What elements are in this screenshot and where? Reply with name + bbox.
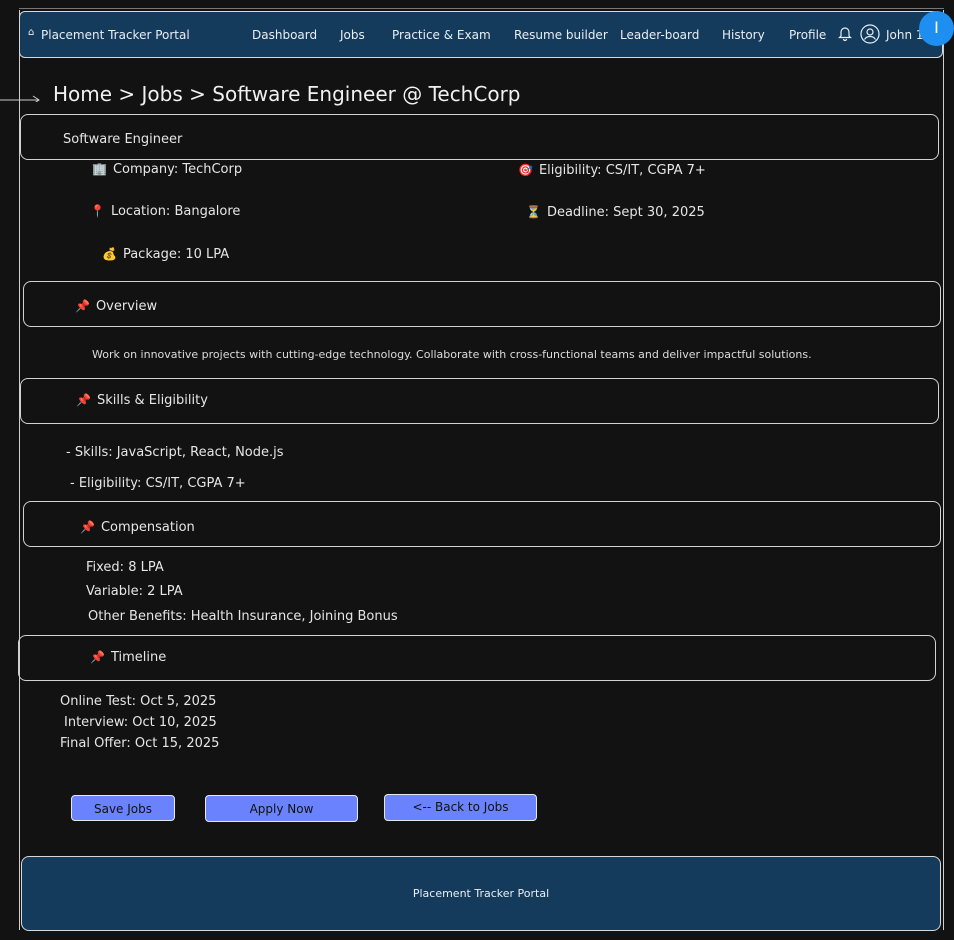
compensation-header: 📌 Compensation	[23, 501, 941, 547]
job-title-box: Software Engineer	[20, 114, 939, 160]
breadcrumb[interactable]: Home > Jobs > Software Engineer @ TechCo…	[53, 82, 520, 106]
nav-jobs[interactable]: Jobs	[340, 28, 365, 42]
variable-pay: Variable: 2 LPA	[86, 584, 183, 599]
deadline-text: Deadline: Sept 30, 2025	[546, 205, 705, 220]
timeline-title: 📌 Timeline	[90, 650, 167, 665]
money-bag-icon: 💰	[102, 247, 117, 261]
pushpin-icon: 📌	[75, 299, 90, 313]
pushpin-icon: 📌	[90, 650, 105, 664]
nav-leaderboard[interactable]: Leader-board	[620, 28, 699, 42]
overview-title: 📌 Overview	[75, 299, 158, 314]
skills-header: 📌 Skills & Eligibility	[20, 378, 939, 424]
timeline-interview: Interview: Oct 10, 2025	[64, 715, 217, 730]
skills-title: 📌 Skills & Eligibility	[76, 393, 208, 408]
deadline-detail: ⏳ Deadline: Sept 30, 2025	[526, 205, 705, 220]
location-pin-icon: 📍	[90, 204, 105, 218]
location-text: Location: Bangalore	[110, 204, 241, 219]
nav-dashboard[interactable]: Dashboard	[252, 28, 317, 42]
frame-top-border	[19, 8, 944, 9]
home-icon: ⌂	[28, 27, 35, 38]
apply-now-button[interactable]: Apply Now	[205, 795, 358, 822]
overview-text: Work on innovative projects with cutting…	[92, 348, 812, 361]
nav-practice-exam[interactable]: Practice & Exam	[392, 28, 491, 42]
timeline-header: 📌 Timeline	[18, 635, 936, 681]
package-detail: 💰 Package: 10 LPA	[102, 247, 229, 262]
arrow-icon	[0, 95, 40, 102]
notification-badge[interactable]: I	[919, 11, 954, 46]
back-to-jobs-button[interactable]: <-- Back to Jobs	[384, 794, 537, 821]
eligibility-item: - Eligibility: CS/IT, CGPA 7+	[70, 476, 246, 491]
hourglass-icon: ⏳	[526, 205, 541, 219]
frame-right-border	[943, 10, 944, 930]
nav-history[interactable]: History	[722, 28, 765, 42]
overview-header: 📌 Overview	[23, 281, 941, 327]
pushpin-icon: 📌	[80, 520, 95, 534]
brand-name[interactable]: Placement Tracker Portal	[41, 28, 190, 42]
job-title: Software Engineer	[63, 132, 183, 147]
company-text: Company: TechCorp	[112, 162, 243, 177]
target-icon: 🎯	[518, 163, 533, 177]
pushpin-icon: 📌	[76, 393, 91, 407]
timeline-final-offer: Final Offer: Oct 15, 2025	[60, 736, 220, 751]
other-benefits: Other Benefits: Health Insurance, Joinin…	[88, 609, 398, 624]
eligibility-text: Eligibility: CS/IT, CGPA 7+	[538, 163, 706, 178]
nav-profile[interactable]: Profile	[789, 28, 826, 42]
location-detail: 📍 Location: Bangalore	[90, 204, 240, 219]
compensation-title: 📌 Compensation	[80, 520, 195, 535]
footer: Placement Tracker Portal	[21, 856, 941, 931]
user-icon[interactable]	[860, 24, 880, 44]
bell-icon[interactable]	[838, 25, 852, 41]
fixed-pay: Fixed: 8 LPA	[86, 560, 164, 575]
footer-text: Placement Tracker Portal	[412, 887, 550, 900]
company-detail: 🏢 Company: TechCorp	[92, 162, 242, 177]
eligibility-detail: 🎯 Eligibility: CS/IT, CGPA 7+	[518, 163, 706, 178]
building-icon: 🏢	[92, 162, 107, 176]
package-text: Package: 10 LPA	[122, 247, 230, 262]
timeline-online-test: Online Test: Oct 5, 2025	[60, 694, 217, 709]
username[interactable]: John 1	[886, 28, 924, 42]
skills-item: - Skills: JavaScript, React, Node.js	[66, 445, 284, 460]
nav-resume-builder[interactable]: Resume builder	[514, 28, 608, 42]
top-navbar: ⌂ Placement Tracker Portal Dashboard Job…	[19, 11, 943, 58]
save-jobs-button[interactable]: Save Jobs	[71, 795, 175, 821]
